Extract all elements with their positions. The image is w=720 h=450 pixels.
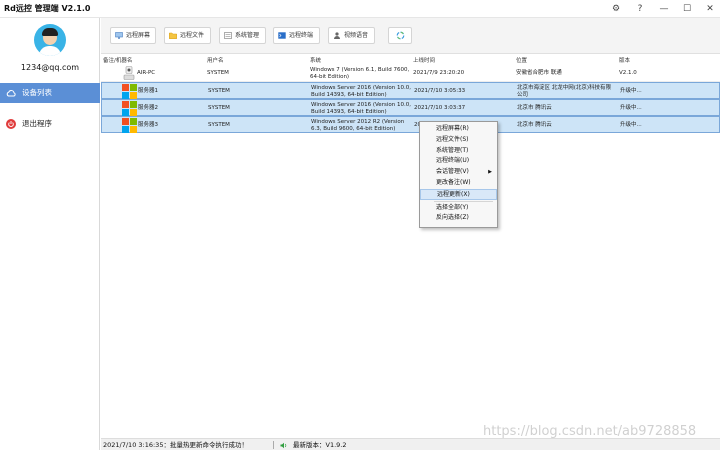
app-title: Rd远控 管理端 V2.1.0: [4, 4, 91, 13]
watermark: https://blog.csdn.net/ab9728858: [483, 424, 697, 439]
column-header[interactable]: 用户名: [207, 56, 224, 64]
sidebar-item-device-list[interactable]: 设备列表: [0, 83, 100, 103]
status-divider: [273, 441, 274, 449]
table-header: 备注/机器名 用户名 系统 上线时间 位置 版本: [101, 54, 720, 64]
machine-name: 服务器1: [138, 88, 158, 95]
device-table: 备注/机器名 用户名 系统 上线时间 位置 版本 AIR-PC SYSTEM W…: [101, 54, 720, 436]
user-name: SYSTEM: [207, 70, 229, 77]
online-time: 2021/7/10 3:03:37: [414, 105, 466, 112]
machine-name: 服务器3: [138, 122, 158, 129]
remote-file-button[interactable]: 远程文件: [164, 27, 211, 44]
version: 升级中...: [620, 88, 642, 95]
sidebar-item-exit[interactable]: 退出程序: [0, 114, 100, 134]
pc-icon: [123, 66, 135, 80]
windows-icon: [122, 101, 137, 116]
column-header[interactable]: 备注/机器名: [103, 56, 132, 64]
toolbar: 远程屏幕 远程文件 系统管理 远程终端 视频语音: [101, 18, 720, 54]
table-row[interactable]: 服务器2 SYSTEM Windows Server 2016 (Version…: [101, 99, 720, 116]
menu-item-remote-terminal[interactable]: 远程终端(U): [420, 156, 497, 167]
list-icon: [224, 32, 232, 39]
windows-icon: [122, 84, 137, 99]
table-row[interactable]: AIR-PC SYSTEM Windows 7 (Version 6.1, Bu…: [101, 65, 720, 82]
minimize-button[interactable]: —: [657, 2, 671, 16]
refresh-icon: [396, 31, 405, 40]
folder-icon: [169, 32, 177, 39]
menu-separator: [434, 200, 493, 202]
machine-name: AIR-PC: [137, 70, 156, 77]
person-icon: [334, 32, 340, 39]
menu-item-remote-screen[interactable]: 远程屏幕(R): [420, 124, 497, 135]
menu-item-system-manage[interactable]: 系统管理(T): [420, 146, 497, 157]
sidebar-item-label: 退出程序: [22, 119, 52, 128]
maximize-button[interactable]: ☐: [680, 2, 694, 16]
table-row[interactable]: 服务器1 SYSTEM Windows Server 2016 (Version…: [101, 82, 720, 99]
video-voice-button[interactable]: 视频语音: [328, 27, 375, 44]
version: V2.1.0: [619, 70, 637, 77]
column-header[interactable]: 系统: [310, 56, 321, 64]
sidebar-item-label: 设备列表: [22, 88, 52, 97]
settings-gear-icon[interactable]: ⚙: [609, 2, 623, 16]
remote-terminal-button[interactable]: 远程终端: [273, 27, 320, 44]
menu-item-remote-update[interactable]: 远程更新(X): [420, 188, 497, 200]
os-info: Windows Server 2016 (Version 10.0, Build…: [311, 102, 411, 115]
menu-item-session-manage[interactable]: 会话管理(V) ▶: [420, 167, 497, 178]
windows-icon: [122, 118, 137, 133]
user-name: SYSTEM: [208, 88, 230, 95]
cloud-icon: [6, 90, 16, 97]
menu-item-change-note[interactable]: 更改备注(W): [420, 178, 497, 189]
user-email: 1234@qq.com: [20, 63, 80, 72]
column-header[interactable]: 版本: [619, 56, 630, 64]
user-name: SYSTEM: [208, 105, 230, 112]
power-icon: [6, 119, 16, 129]
column-header[interactable]: 位置: [516, 56, 527, 64]
table-row[interactable]: 服务器3 SYSTEM Windows Server 2012 R2 (Vers…: [101, 116, 720, 133]
location: 北京市海淀区 北龙中网(北京)科技有限 公司: [517, 85, 612, 98]
os-info: Windows Server 2012 R2 (Version 6.3, Bui…: [311, 119, 405, 132]
status-bar: 2021/7/10 3:16:35：批量热更新命令执行成功！ 最新版本：V1.9…: [101, 438, 720, 450]
version: 升级中...: [620, 105, 642, 112]
avatar: [34, 24, 66, 56]
location: 北京市 腾讯云: [517, 122, 552, 129]
close-button[interactable]: ✕: [703, 2, 717, 16]
submenu-arrow-icon: ▶: [488, 169, 492, 176]
terminal-icon: [278, 32, 286, 39]
remote-screen-button[interactable]: 远程屏幕: [110, 27, 156, 44]
version: 升级中...: [620, 122, 642, 129]
latest-version: 最新版本：V1.9.2: [293, 441, 347, 449]
menu-item-remote-file[interactable]: 远程文件(S): [420, 135, 497, 146]
user-name: SYSTEM: [208, 122, 230, 129]
status-message: 2021/7/10 3:16:35：批量热更新命令执行成功！: [103, 441, 248, 449]
location: 北京市 腾讯云: [517, 105, 552, 112]
location: 安徽省合肥市 联通: [516, 70, 562, 77]
machine-name: 服务器2: [138, 105, 158, 112]
os-info: Windows Server 2016 (Version 10.0, Build…: [311, 85, 411, 98]
help-icon[interactable]: ?: [633, 2, 647, 16]
menu-item-select-all[interactable]: 选择全部(Y): [420, 203, 497, 214]
speaker-icon: [280, 442, 287, 449]
system-manage-button[interactable]: 系统管理: [219, 27, 266, 44]
online-time: 2021/7/10 3:05:33: [414, 88, 466, 95]
menu-item-invert-selection[interactable]: 反向选择(Z): [420, 213, 497, 224]
column-header[interactable]: 上线时间: [413, 56, 435, 64]
context-menu: 远程屏幕(R) 远程文件(S) 系统管理(T) 远程终端(U) 会话管理(V) …: [419, 121, 498, 228]
monitor-icon: [115, 32, 123, 39]
online-time: 2021/7/9 23:20:20: [413, 70, 465, 77]
refresh-button[interactable]: [388, 27, 412, 44]
sidebar: 1234@qq.com 设备列表 退出程序: [0, 18, 100, 450]
title-bar: Rd远控 管理端 V2.1.0 ⚙ ? — ☐ ✕: [0, 0, 720, 18]
os-info: Windows 7 (Version 6.1, Build 7600, 64-b…: [310, 67, 410, 80]
